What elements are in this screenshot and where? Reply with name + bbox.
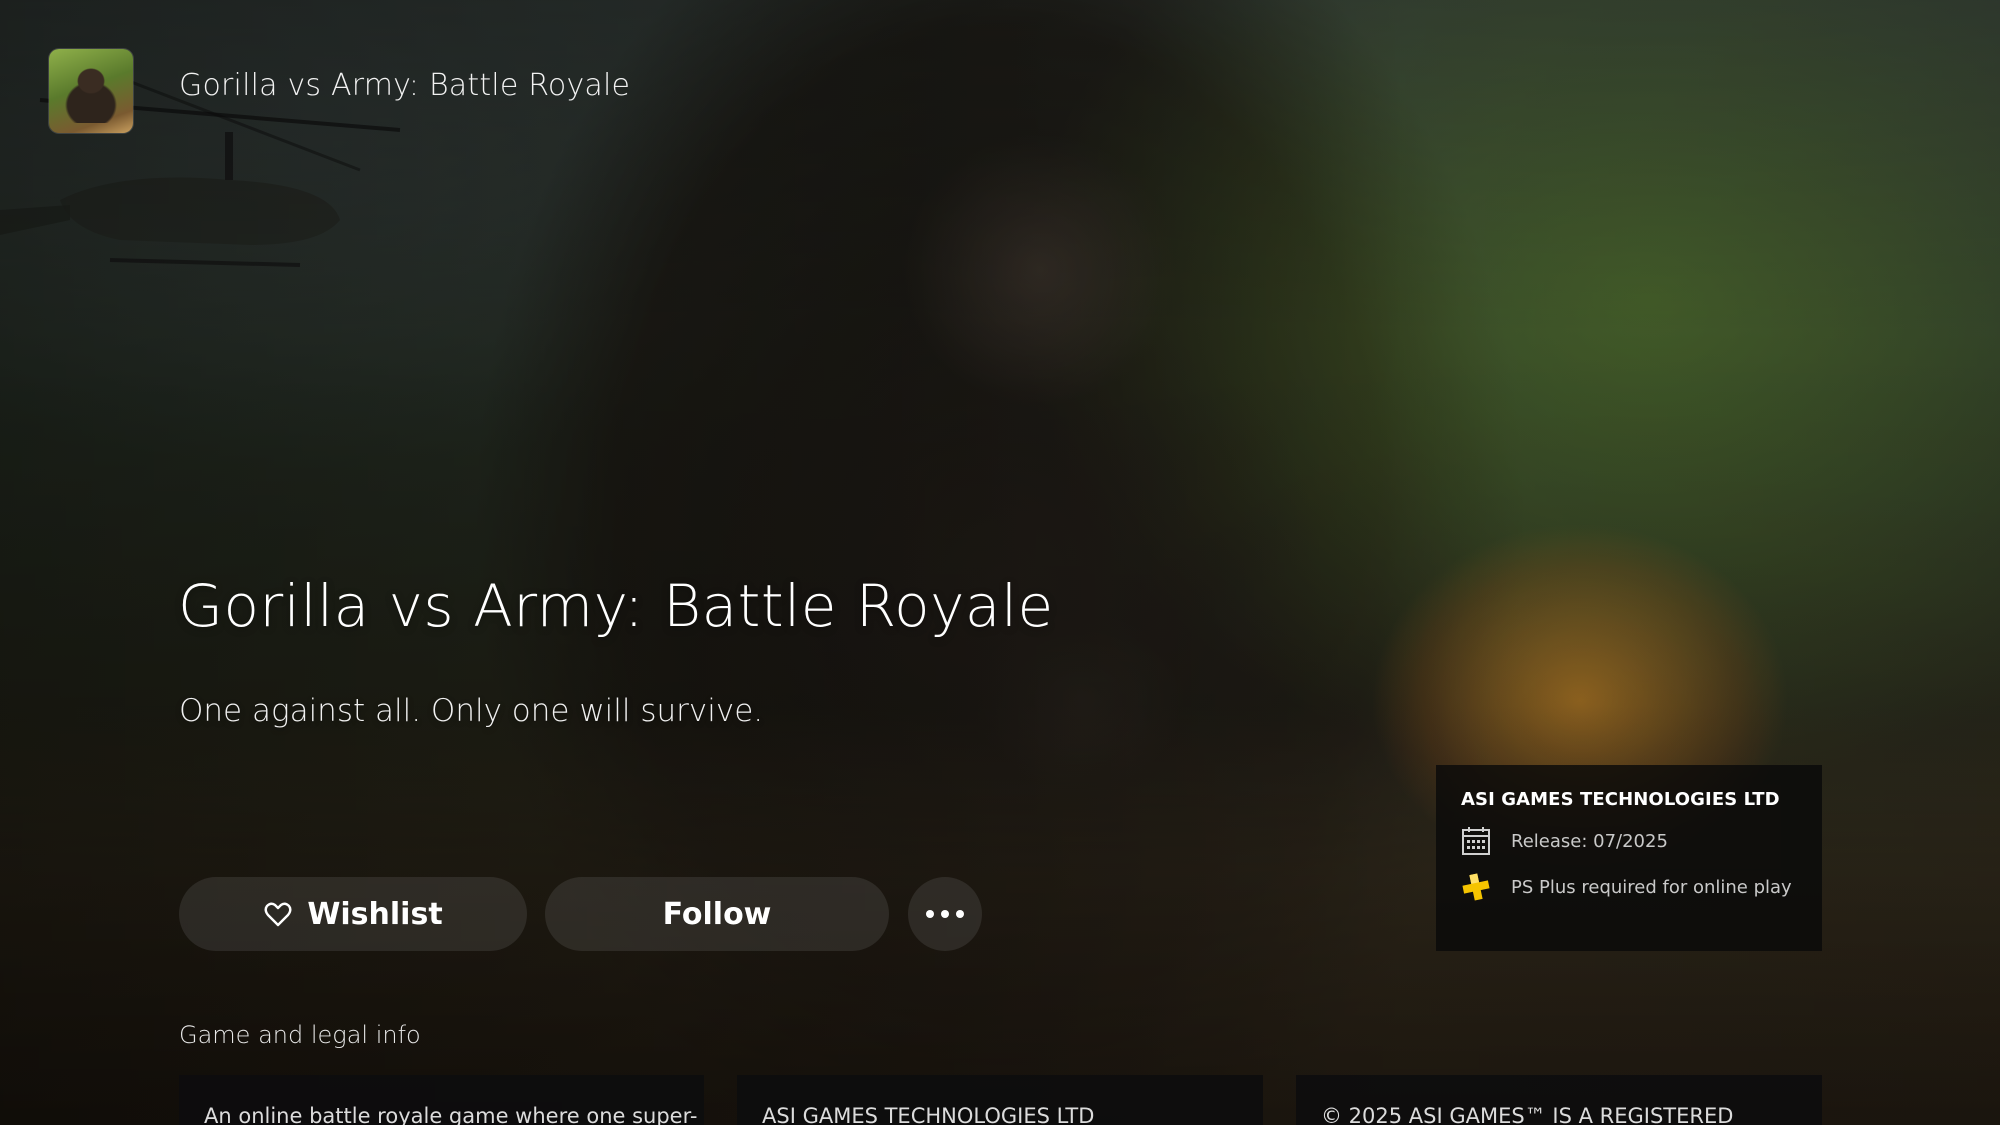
ps-plus-icon (1462, 873, 1490, 901)
readability-overlay (0, 0, 2000, 1125)
follow-button[interactable]: Follow (545, 877, 889, 951)
game-legal-info-heading: Game and legal info (179, 1021, 421, 1049)
game-info-panel: ASI GAMES TECHNOLOGIES LTD Release: 07/2… (1436, 765, 1822, 951)
game-description-card[interactable]: An online battle royale game where one s… (179, 1075, 704, 1125)
release-date: Release: 07/2025 (1511, 830, 1668, 852)
card-text: An online battle royale game where one s… (204, 1104, 698, 1125)
card-text: © 2025 ASI GAMES™ IS A REGISTERED (1321, 1104, 1734, 1125)
psplus-row: PS Plus required for online play (1461, 872, 1797, 902)
gorilla-silhouette (65, 67, 117, 123)
game-hub-page: Gorilla vs Army: Battle Royale Gorilla v… (0, 0, 2000, 1125)
game-title: Gorilla vs Army: Battle Royale (178, 572, 1054, 640)
more-options-button[interactable] (908, 877, 982, 951)
heart-icon (264, 902, 292, 927)
card-text: ASI GAMES TECHNOLOGIES LTD (762, 1104, 1095, 1125)
wishlist-button[interactable]: Wishlist (179, 877, 527, 951)
gorilla-game-icon (49, 49, 133, 133)
copyright-card[interactable]: © 2025 ASI GAMES™ IS A REGISTERED (1296, 1075, 1822, 1125)
release-row: Release: 07/2025 (1461, 826, 1797, 856)
header-game-title: Gorilla vs Army: Battle Royale (179, 68, 631, 103)
game-tagline: One against all. Only one will survive. (179, 693, 764, 729)
psplus-requirement: PS Plus required for online play (1511, 876, 1792, 898)
wishlist-label: Wishlist (307, 896, 443, 932)
publisher-card[interactable]: ASI GAMES TECHNOLOGIES LTD (737, 1075, 1263, 1125)
more-options-icon (926, 910, 964, 918)
publisher-name: ASI GAMES TECHNOLOGIES LTD (1461, 789, 1780, 810)
follow-label: Follow (662, 896, 772, 932)
calendar-icon (1462, 827, 1490, 855)
